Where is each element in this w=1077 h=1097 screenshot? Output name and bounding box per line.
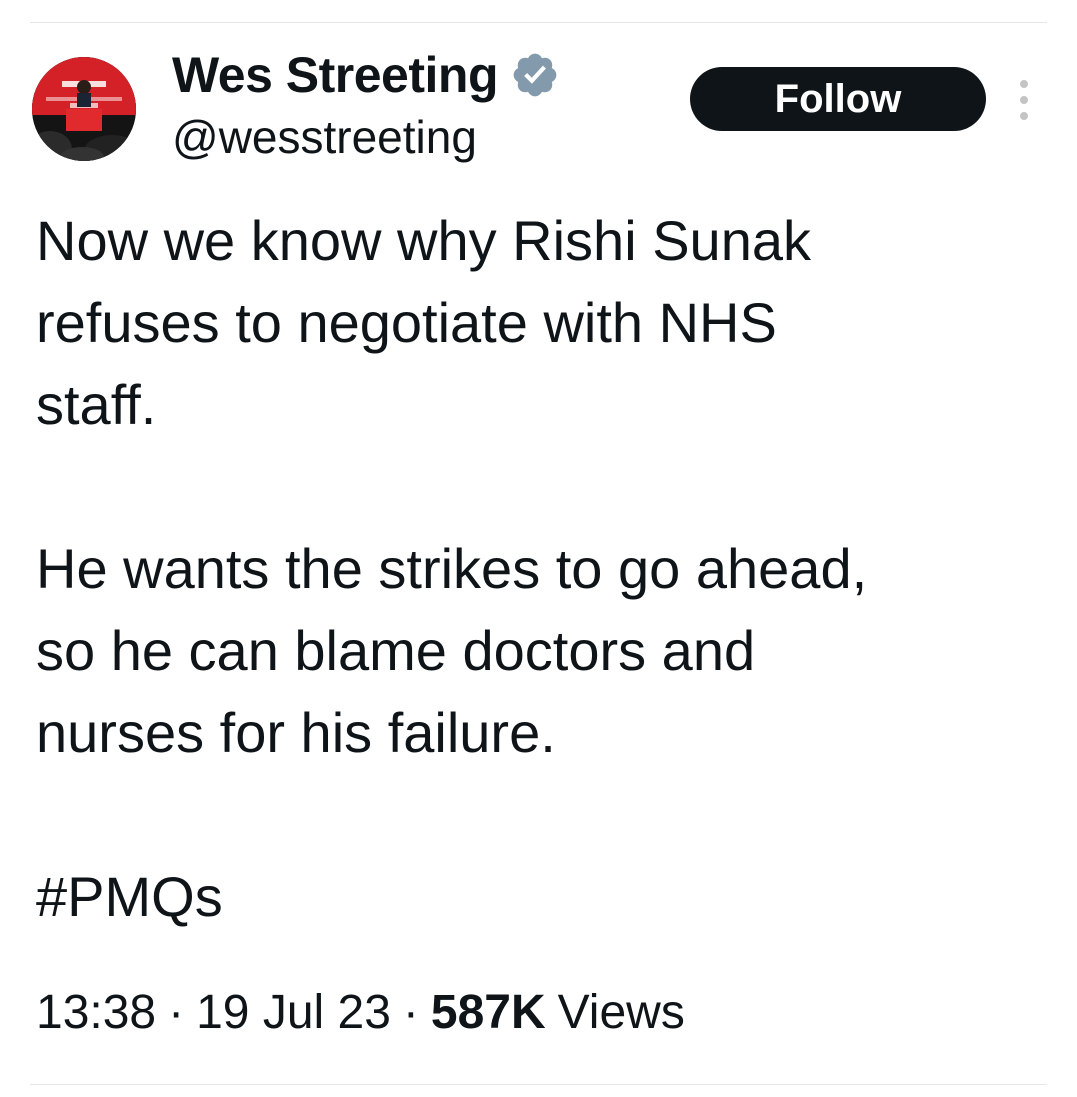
tweet-line: refuses to negotiate with NHS — [36, 291, 777, 354]
tweet-date[interactable]: 19 Jul 23 — [196, 985, 391, 1040]
avatar-photo-icon — [32, 57, 136, 161]
top-divider — [30, 22, 1047, 23]
author-handle[interactable]: @wesstreeting — [172, 110, 477, 164]
views-label: Views — [557, 986, 685, 1039]
views-count[interactable]: 587K — [431, 985, 546, 1040]
meta-separator: · — [402, 986, 419, 1039]
verified-badge-icon — [510, 50, 560, 100]
tweet-line: staff. — [36, 373, 157, 436]
tweet-line: He wants the strikes to go ahead, — [36, 537, 868, 600]
tweet-metadata: 13:38 · 19 Jul 23 · 587K Views — [36, 985, 685, 1040]
tweet-line: so he can blame doctors and — [36, 619, 756, 682]
bottom-divider — [30, 1084, 1047, 1085]
author-name-row: Wes Streeting — [172, 44, 560, 106]
more-dot — [1020, 96, 1028, 104]
tweet-line: nurses for his failure. — [36, 701, 556, 764]
more-dot — [1020, 80, 1028, 88]
follow-button[interactable]: Follow — [690, 67, 986, 131]
meta-separator: · — [168, 986, 185, 1039]
more-dot — [1020, 112, 1028, 120]
author-avatar[interactable] — [32, 57, 136, 161]
tweet-body: Now we know why Rishi Sunak refuses to n… — [36, 200, 1036, 938]
hashtag-link[interactable]: #PMQs — [36, 865, 223, 928]
tweet-time[interactable]: 13:38 — [36, 985, 156, 1040]
tweet-line: Now we know why Rishi Sunak — [36, 209, 811, 272]
author-display-name[interactable]: Wes Streeting — [172, 46, 499, 104]
more-options-icon[interactable] — [1012, 80, 1036, 120]
